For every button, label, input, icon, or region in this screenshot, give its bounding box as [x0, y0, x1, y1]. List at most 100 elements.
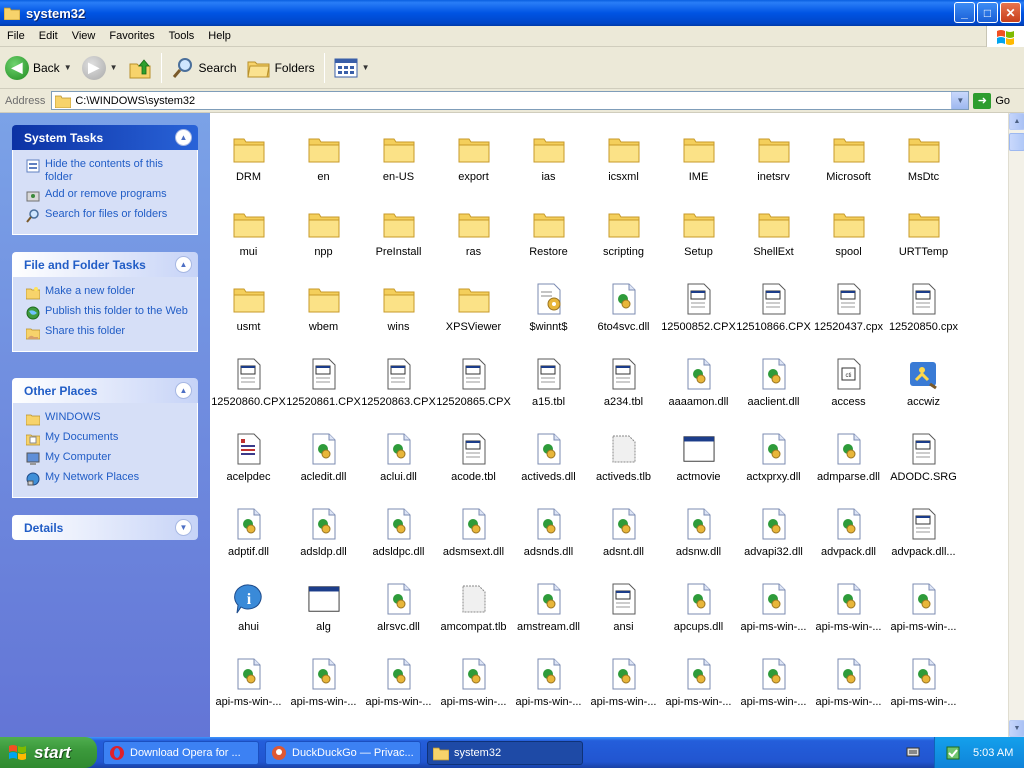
file-item[interactable]: api-ms-win-...: [211, 658, 286, 708]
file-item[interactable]: DRM: [211, 133, 286, 183]
taskbar-system32-button[interactable]: system32: [427, 740, 583, 765]
chevron-down-icon[interactable]: ▼: [362, 63, 370, 72]
my-documents-link[interactable]: My Documents: [25, 431, 189, 447]
file-item[interactable]: api-ms-win-...: [736, 658, 811, 708]
file-item[interactable]: api-ms-win-...: [736, 583, 811, 633]
clock[interactable]: 5:03 AM: [973, 747, 1013, 759]
file-item[interactable]: 12520863.CPX: [361, 358, 436, 408]
keyboard-icon[interactable]: [906, 745, 920, 759]
file-item[interactable]: adsldpc.dll: [361, 508, 436, 558]
views-button[interactable]: ▼: [329, 50, 375, 86]
file-item[interactable]: en-US: [361, 133, 436, 183]
file-item[interactable]: 12520865.CPX: [436, 358, 511, 408]
file-item[interactable]: export: [436, 133, 511, 183]
file-item[interactable]: api-ms-win-...: [586, 658, 661, 708]
file-item[interactable]: api-ms-win-...: [361, 658, 436, 708]
file-item[interactable]: $winnt$: [511, 283, 586, 333]
file-item[interactable]: actmovie: [661, 433, 736, 483]
file-item[interactable]: aaclient.dll: [736, 358, 811, 408]
go-button[interactable]: ➜ Go: [973, 92, 1010, 109]
start-button[interactable]: start: [0, 737, 97, 768]
file-item[interactable]: adsldp.dll: [286, 508, 361, 558]
my-computer-link[interactable]: My Computer: [25, 451, 189, 467]
file-item[interactable]: IME: [661, 133, 736, 183]
back-button[interactable]: ◀ Back ▼: [0, 50, 77, 86]
menu-view[interactable]: View: [65, 26, 103, 47]
file-item[interactable]: 6to4svc.dll: [586, 283, 661, 333]
forward-button[interactable]: ▶ ▼: [77, 50, 123, 86]
file-item[interactable]: en: [286, 133, 361, 183]
search-files-link[interactable]: Search for files or folders: [25, 208, 189, 224]
file-item[interactable]: api-ms-win-...: [511, 658, 586, 708]
file-item[interactable]: 12520850.cpx: [886, 283, 961, 333]
file-item[interactable]: i ahui: [211, 583, 286, 633]
file-item[interactable]: PreInstall: [361, 208, 436, 258]
menu-favorites[interactable]: Favorites: [102, 26, 161, 47]
details-header[interactable]: Details ▼: [12, 515, 198, 540]
expand-icon[interactable]: ▼: [175, 519, 192, 536]
menu-file[interactable]: File: [0, 26, 32, 47]
file-item[interactable]: ras: [436, 208, 511, 258]
make-new-folder-link[interactable]: Make a new folder: [25, 285, 189, 301]
file-item[interactable]: acode.tbl: [436, 433, 511, 483]
chevron-down-icon[interactable]: ▼: [64, 63, 72, 72]
file-item[interactable]: usmt: [211, 283, 286, 333]
taskbar-duckduckgo-button[interactable]: DuckDuckGo — Privac...: [265, 740, 421, 765]
file-item[interactable]: 12520860.CPX: [211, 358, 286, 408]
file-item[interactable]: npp: [286, 208, 361, 258]
chevron-down-icon[interactable]: ▼: [110, 63, 118, 72]
file-item[interactable]: Restore: [511, 208, 586, 258]
file-item[interactable]: 12520437.cpx: [811, 283, 886, 333]
file-item[interactable]: URTTemp: [886, 208, 961, 258]
file-item[interactable]: acledit.dll: [286, 433, 361, 483]
tray-app-icon[interactable]: [945, 745, 961, 761]
hide-contents-link[interactable]: Hide the contents of this folder: [25, 158, 189, 184]
title-bar[interactable]: system32 _ □ ✕: [0, 0, 1024, 26]
file-item[interactable]: ADODC.SRG: [886, 433, 961, 483]
file-item[interactable]: ias: [511, 133, 586, 183]
scroll-up-button[interactable]: ▲: [1009, 113, 1024, 130]
file-item[interactable]: mui: [211, 208, 286, 258]
scroll-down-button[interactable]: ▼: [1009, 720, 1024, 737]
up-folder-button[interactable]: [123, 50, 157, 86]
collapse-icon[interactable]: ▲: [175, 382, 192, 399]
file-item[interactable]: accwiz: [886, 358, 961, 408]
menu-tools[interactable]: Tools: [162, 26, 202, 47]
file-item[interactable]: actxprxy.dll: [736, 433, 811, 483]
scroll-thumb[interactable]: [1009, 133, 1024, 151]
file-item[interactable]: api-ms-win-...: [811, 583, 886, 633]
file-item[interactable]: api-ms-win-...: [886, 658, 961, 708]
file-item[interactable]: adptif.dll: [211, 508, 286, 558]
file-item[interactable]: api-ms-win-...: [286, 658, 361, 708]
address-dropdown-button[interactable]: ▼: [951, 92, 969, 109]
file-item[interactable]: wbem: [286, 283, 361, 333]
file-item[interactable]: adsnw.dll: [661, 508, 736, 558]
file-item[interactable]: api-ms-win-...: [886, 583, 961, 633]
file-item[interactable]: 12510866.CPX: [736, 283, 811, 333]
file-item[interactable]: a234.tbl: [586, 358, 661, 408]
file-item[interactable]: advpack.dll: [811, 508, 886, 558]
file-item[interactable]: a15.tbl: [511, 358, 586, 408]
file-item[interactable]: inetsrv: [736, 133, 811, 183]
file-item[interactable]: amcompat.tlb: [436, 583, 511, 633]
file-item[interactable]: adsnds.dll: [511, 508, 586, 558]
file-item[interactable]: admparse.dll: [811, 433, 886, 483]
taskbar-opera-button[interactable]: Download Opera for ...: [103, 740, 259, 765]
windows-folder-link[interactable]: WINDOWS: [25, 411, 189, 427]
file-item[interactable]: adsmsext.dll: [436, 508, 511, 558]
close-button[interactable]: ✕: [1000, 2, 1021, 23]
file-item[interactable]: api-ms-win-...: [811, 658, 886, 708]
collapse-icon[interactable]: ▲: [175, 129, 192, 146]
file-item[interactable]: adsnt.dll: [586, 508, 661, 558]
file-item[interactable]: alrsvc.dll: [361, 583, 436, 633]
my-network-places-link[interactable]: My Network Places: [25, 471, 189, 487]
file-item[interactable]: amstream.dll: [511, 583, 586, 633]
file-item[interactable]: advapi32.dll: [736, 508, 811, 558]
file-item[interactable]: 12520861.CPX: [286, 358, 361, 408]
file-item[interactable]: api-ms-win-...: [661, 658, 736, 708]
file-item[interactable]: wins: [361, 283, 436, 333]
other-places-header[interactable]: Other Places ▲: [12, 378, 198, 403]
file-item[interactable]: acelpdec: [211, 433, 286, 483]
file-item[interactable]: ShellExt: [736, 208, 811, 258]
file-item[interactable]: api-ms-win-...: [436, 658, 511, 708]
